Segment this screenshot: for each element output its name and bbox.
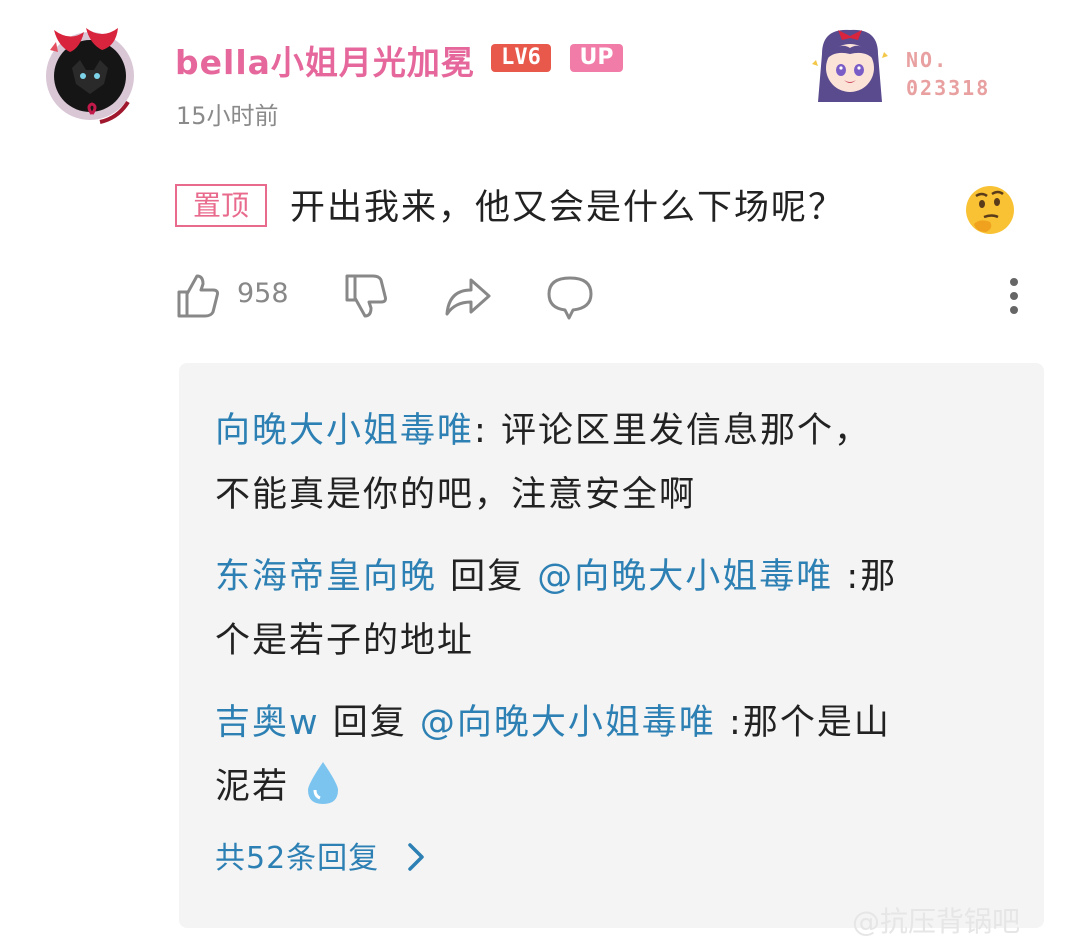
share-button[interactable] [443, 272, 493, 320]
thumbs-up-icon [177, 274, 219, 318]
fan-number-label: NO. [906, 48, 949, 72]
dislike-button[interactable] [343, 272, 389, 320]
like-button[interactable] [175, 272, 221, 320]
pinned-tag: 置顶 [175, 184, 267, 227]
username[interactable]: bella小姐月光加冕 [175, 36, 475, 84]
reply-item[interactable]: 向晚大小姐毒唯: 评论区里发信息那个， 不能真是你的吧，注意安全啊 [215, 399, 975, 527]
reply-mention[interactable]: @向晚大小姐毒唯 [537, 557, 833, 597]
vertical-dots-icon [1010, 278, 1018, 314]
timestamp: 15小时前 [176, 102, 279, 130]
thinking-face-emoji [964, 184, 1016, 236]
fan-medal-avatar[interactable] [808, 24, 892, 108]
comment-text: 开出我来，他又会是什么下场呢？ [290, 188, 846, 228]
replies-preview[interactable]: 向晚大小姐毒唯: 评论区里发信息那个， 不能真是你的吧，注意安全啊 东海帝皇向晚… [179, 363, 1044, 928]
reply-author[interactable]: 东海帝皇向晚 [215, 557, 437, 597]
speech-bubble-icon [547, 276, 593, 320]
reply-text: 不能真是你的吧，注意安全啊 [215, 475, 697, 515]
like-count: 958 [237, 278, 289, 309]
water-drop-emoji [308, 762, 339, 804]
more-options-button[interactable] [1004, 276, 1024, 320]
level-badge: LV6 [491, 44, 551, 72]
reply-item[interactable]: 吉奥w 回复 @向晚大小姐毒唯 :那个是山 泥若 [215, 691, 975, 819]
chevron-right-icon [407, 843, 424, 871]
view-all-replies-link[interactable]: 共52条回复 [215, 833, 428, 877]
thumbs-down-icon [345, 274, 387, 318]
reply-author[interactable]: 向晚大小姐毒唯 [215, 411, 474, 451]
reply-text: 泥若 [215, 767, 290, 807]
up-badge: UP [570, 44, 623, 72]
reply-item[interactable]: 东海帝皇向晚 回复 @向晚大小姐毒唯 :那 个是若子的地址 [215, 545, 975, 673]
user-avatar[interactable] [40, 22, 140, 130]
reply-text: 个是若子的地址 [215, 621, 475, 661]
fan-number: NO. 023318 [906, 46, 990, 102]
reply-button[interactable] [545, 272, 595, 320]
watermark: @抗压背锅吧 [852, 905, 1021, 938]
reply-mention[interactable]: @向晚大小姐毒唯 [420, 703, 716, 743]
reply-author[interactable]: 吉奥w [215, 703, 320, 743]
share-arrow-icon [445, 278, 491, 316]
fan-number-value: 023318 [906, 76, 991, 100]
